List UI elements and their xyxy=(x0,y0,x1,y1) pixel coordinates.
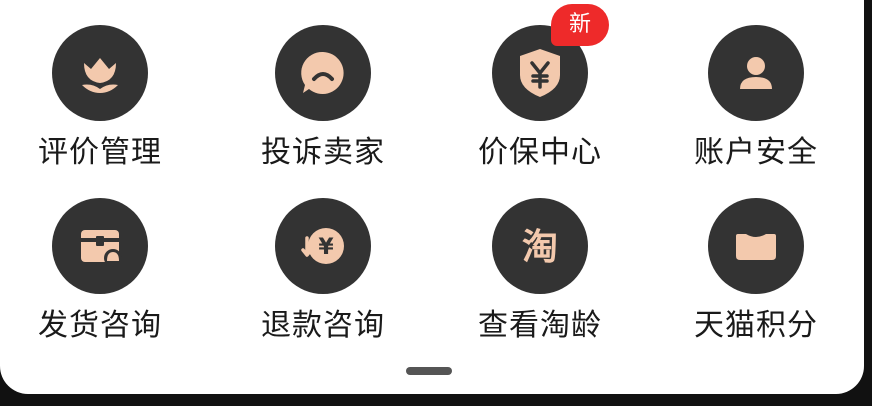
drag-handle[interactable] xyxy=(406,367,452,375)
icon-circle: ¥ xyxy=(275,198,371,294)
service-grid: 评价管理 投诉卖家 价保中心 账户安全 发货咨询 ¥ 退款咨询 淘 查看淘龄 天… xyxy=(0,0,864,394)
chat-bubble-icon xyxy=(301,51,344,94)
yen-refund-glyph: ¥ xyxy=(318,235,334,260)
icon-circle xyxy=(708,198,804,294)
grid-item-label: 账户安全 xyxy=(694,135,818,170)
tao-icon: 淘 xyxy=(522,227,558,268)
grid-item-label: 发货咨询 xyxy=(38,308,162,343)
grid-item-label: 投诉卖家 xyxy=(261,135,385,170)
tulip-icon xyxy=(82,58,118,93)
icon-circle xyxy=(708,25,804,121)
grid-item-refund-inquiry[interactable]: ¥ 退款咨询 xyxy=(223,198,423,358)
grid-item-account-security[interactable]: 账户安全 xyxy=(656,25,856,185)
icon-circle: 淘 xyxy=(492,198,588,294)
grid-item-shipping-inquiry[interactable]: 发货咨询 xyxy=(0,198,200,358)
grid-item-label: 退款咨询 xyxy=(261,308,385,343)
new-badge: 新 xyxy=(551,4,609,46)
service-panel: 评价管理 投诉卖家 价保中心 账户安全 发货咨询 ¥ 退款咨询 淘 查看淘龄 天… xyxy=(0,0,864,394)
tmall-icon xyxy=(736,234,776,260)
user-icon xyxy=(740,57,772,89)
icon-circle xyxy=(52,25,148,121)
yen-refund-icon: ¥ xyxy=(301,228,344,264)
grid-item-label: 价保中心 xyxy=(478,135,602,170)
grid-item-complain-seller[interactable]: 投诉卖家 xyxy=(223,25,423,185)
package-bell-icon xyxy=(81,230,122,267)
icon-circle xyxy=(275,25,371,121)
grid-item-taobao-age[interactable]: 淘 查看淘龄 xyxy=(440,198,640,358)
icon-circle xyxy=(52,198,148,294)
grid-item-price-protection[interactable]: 价保中心 xyxy=(440,25,640,185)
grid-item-review-management[interactable]: 评价管理 xyxy=(0,25,200,185)
grid-item-label: 天猫积分 xyxy=(694,308,818,343)
grid-item-label: 查看淘龄 xyxy=(478,308,602,343)
grid-item-label: 评价管理 xyxy=(38,135,162,170)
grid-item-tmall-points[interactable]: 天猫积分 xyxy=(656,198,856,358)
tao-glyph: 淘 xyxy=(522,227,558,268)
